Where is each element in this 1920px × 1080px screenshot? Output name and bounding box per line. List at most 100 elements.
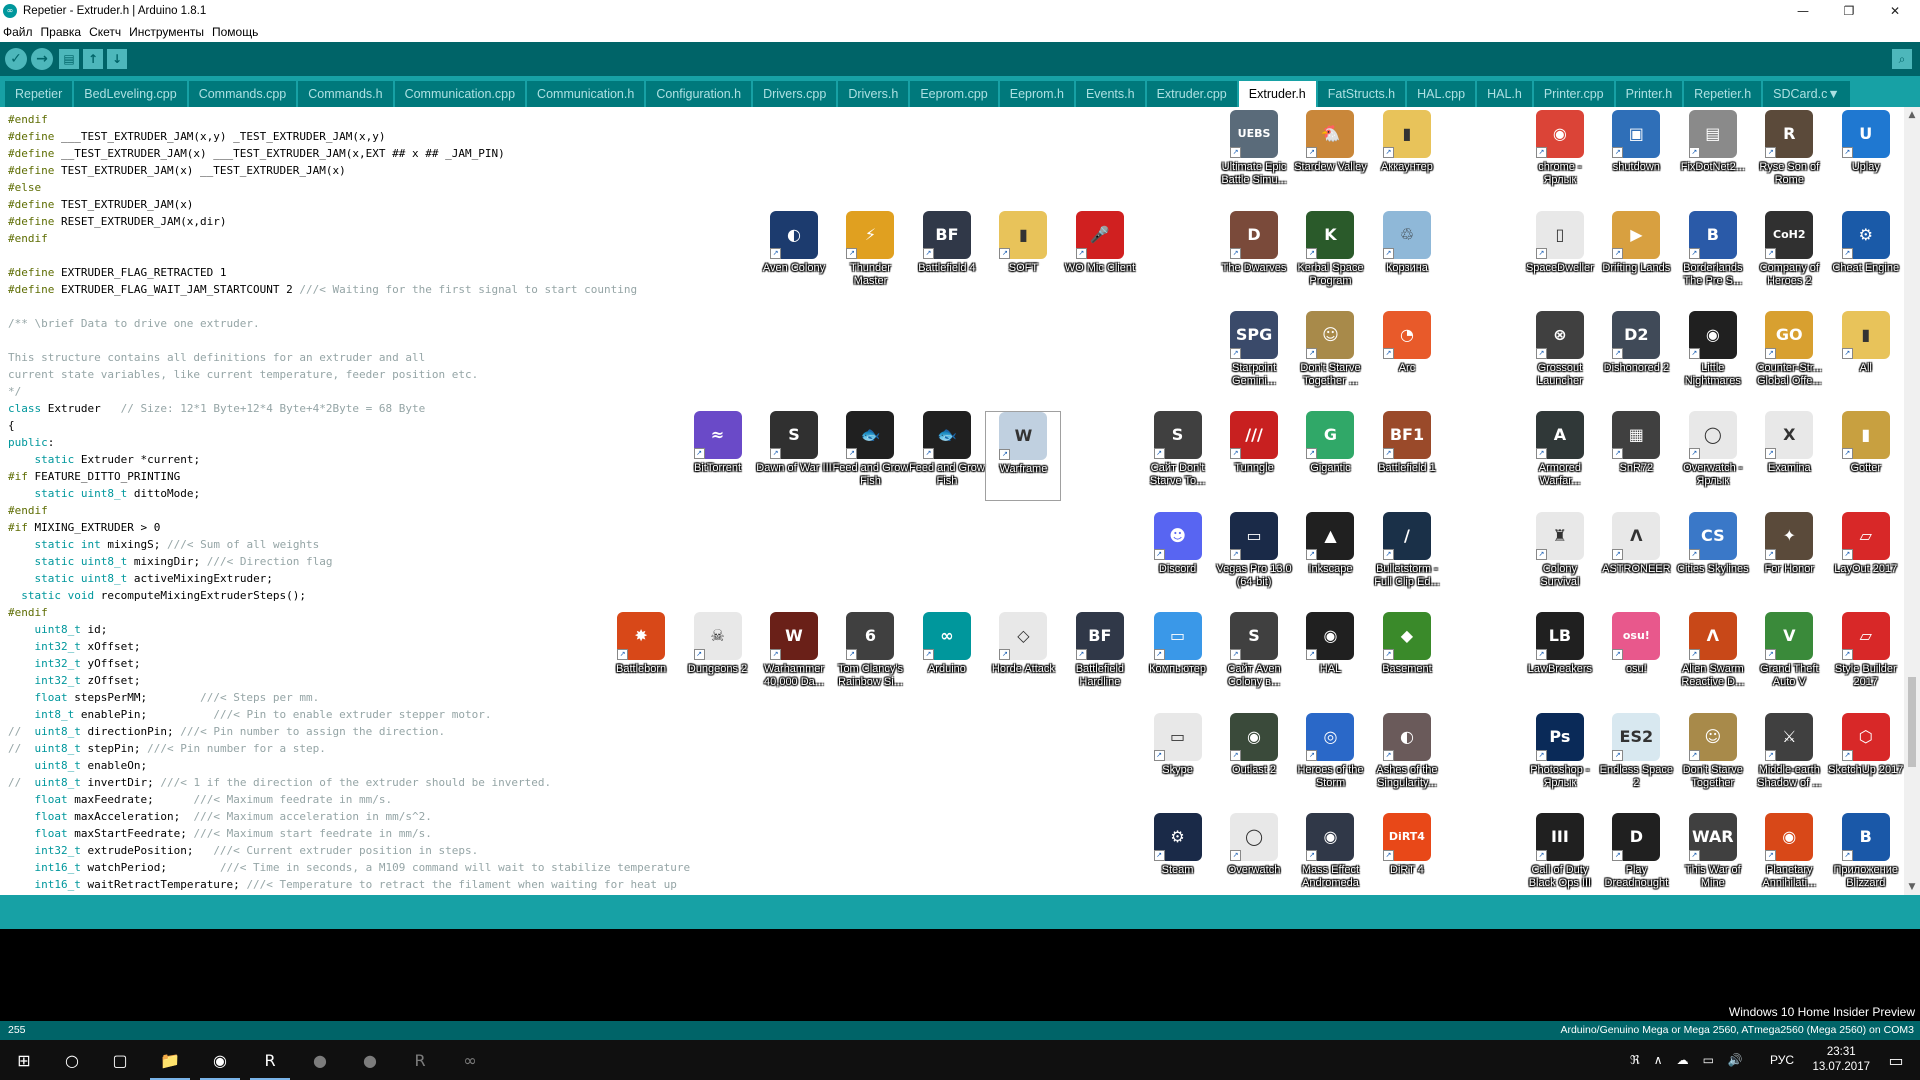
- code-line[interactable]: static int mixingS; ///< Sum of all weig…: [8, 536, 690, 553]
- tab-commands-h[interactable]: Commands.h: [298, 81, 393, 107]
- language-indicator[interactable]: РУС: [1770, 1040, 1794, 1080]
- desktop-icon-cities-skylines[interactable]: CS ↗ Cities Skylines: [1675, 511, 1751, 602]
- code-line[interactable]: #define __TEST_EXTRUDER_JAM(x) ___TEST_E…: [8, 145, 690, 162]
- menu-sketch[interactable]: Скетч: [89, 25, 121, 39]
- desktop-icon-for-honor[interactable]: ✦ ↗ For Honor: [1751, 511, 1827, 602]
- desktop-icon-play-dreadnought[interactable]: D ↗ Play Dreadnought: [1598, 813, 1674, 903]
- code-line[interactable]: #define RESET_EXTRUDER_JAM(x,dir): [8, 213, 690, 230]
- desktop-icon-battlefield-1[interactable]: BF1 ↗ Battlefield 1: [1369, 411, 1445, 501]
- desktop-icon-kerbal-space-program[interactable]: K ↗ Kerbal Space Program: [1292, 210, 1368, 301]
- code-line[interactable]: #endif: [8, 230, 690, 247]
- desktop-icon-discord[interactable]: ☻ ↗ Discord: [1140, 511, 1216, 602]
- desktop-icon-don-t-starve-together[interactable]: ☺ ↗ Don't Starve Together: [1675, 712, 1751, 803]
- code-line[interactable]: int32_t xOffset;: [8, 638, 690, 655]
- code-line[interactable]: float maxFeedrate; ///< Maximum feedrate…: [8, 791, 690, 808]
- search-icon[interactable]: ○: [48, 1040, 96, 1080]
- menu-file[interactable]: Файл: [3, 25, 33, 39]
- code-line[interactable]: [8, 247, 690, 264]
- start-icon[interactable]: ⊞: [0, 1040, 48, 1080]
- tray-icon[interactable]: ☁: [1677, 1053, 1689, 1067]
- desktop-icon-tom-clancy-s-rainbow-si[interactable]: 6 ↗ Tom Clancy's Rainbow Si...: [832, 612, 908, 702]
- scroll-down-icon[interactable]: ▼: [1904, 879, 1920, 895]
- desktop-icon-ultimate-epic-battle-simu[interactable]: UEBS ↗ Ultimate Epic Battle Simu...: [1216, 110, 1292, 200]
- desktop-icon-skype[interactable]: ▭ ↗ Skype: [1140, 712, 1216, 803]
- desktop-icon-ashes-of-the-singularity[interactable]: ◐ ↗ Ashes of the Singularity...: [1369, 712, 1445, 803]
- clock[interactable]: 23:31 13.07.2017: [1812, 1045, 1870, 1075]
- taskbar-app-icon[interactable]: ∞: [446, 1040, 494, 1080]
- editor-scrollbar[interactable]: ▲ ▼: [1904, 107, 1920, 895]
- desktop-icon-warhammer-40-000-da[interactable]: W ↗ Warhammer 40,000 Da...: [756, 612, 832, 702]
- taskbar-app-icon[interactable]: ●: [346, 1040, 394, 1080]
- desktop-icon-all[interactable]: ▮ ↗ All: [1828, 311, 1904, 401]
- desktop-icon-endless-space-2[interactable]: ES2 ↗ Endless Space 2: [1598, 712, 1674, 803]
- taskbar-app-icon[interactable]: R: [396, 1040, 444, 1080]
- desktop-icon-fixdotnet2[interactable]: ▤ ↗ FixDotNet2...: [1675, 110, 1751, 200]
- task-view-icon[interactable]: ▢: [96, 1040, 144, 1080]
- code-line[interactable]: float maxAcceleration; ///< Maximum acce…: [8, 808, 690, 825]
- serial-monitor-button[interactable]: ⌕: [1892, 49, 1912, 69]
- tray-icon[interactable]: 🔊: [1728, 1053, 1743, 1067]
- minimize-button[interactable]: —: [1780, 0, 1826, 22]
- desktop-icon-gigantic[interactable]: G ↗ Gigantic: [1292, 411, 1368, 501]
- desktop-icon-company-of-heroes-2[interactable]: CoH2 ↗ Company of Heroes 2: [1751, 210, 1827, 301]
- code-line[interactable]: float stepsPerMM; ///< Steps per mm.: [8, 689, 690, 706]
- desktop-icon-armored-warfar[interactable]: A ↗ Armored Warfar...: [1522, 411, 1598, 501]
- desktop-icon-lawbreakers[interactable]: LB ↗ LawBreakers: [1522, 612, 1598, 702]
- desktop-icon-arduino[interactable]: ∞ ↗ Arduino: [909, 612, 985, 702]
- desktop-icon-mass-effect-andromeda[interactable]: ◉ ↗ Mass Effect Andromeda: [1292, 813, 1368, 903]
- menu-edit[interactable]: Правка: [41, 25, 82, 39]
- tab-hal-cpp[interactable]: HAL.cpp: [1407, 81, 1476, 107]
- code-line[interactable]: #if FEATURE_DITTO_PRINTING: [8, 468, 690, 485]
- desktop-icon-battlefield-hardline[interactable]: BF ↗ Battlefield Hardline: [1062, 612, 1138, 702]
- desktop-icon-приложение-blizzard[interactable]: B ↗ Приложение Blizzard: [1828, 813, 1904, 903]
- code-line[interactable]: #define TEST_EXTRUDER_JAM(x): [8, 196, 690, 213]
- code-line[interactable]: static uint8_t activeMixingExtruder;: [8, 570, 690, 587]
- desktop-icon-feed-and-grow-fish[interactable]: 🐟 ↗ Feed and Grow Fish: [832, 411, 908, 501]
- tab-hal-h[interactable]: HAL.h: [1477, 81, 1532, 107]
- desktop-icon-bulletstorm-full-clip-ed[interactable]: / ↗ Bulletstorm - Full Clip Ed...: [1369, 511, 1445, 602]
- desktop-icon-this-war-of-mine[interactable]: WAR ↗ This War of Mine: [1675, 813, 1751, 903]
- desktop-icon-grossout-launcher[interactable]: ⊗ ↗ Grossout Launcher: [1522, 311, 1598, 401]
- code-line[interactable]: #define EXTRUDER_FLAG_WAIT_JAM_STARTCOUN…: [8, 281, 690, 298]
- menu-help[interactable]: Помощь: [212, 25, 258, 39]
- desktop-icon-examina[interactable]: X ↗ Examina: [1751, 411, 1827, 501]
- code-line[interactable]: */: [8, 383, 690, 400]
- code-line[interactable]: #define TEST_EXTRUDER_JAM(x) __TEST_EXTR…: [8, 162, 690, 179]
- desktop-icon-корзина[interactable]: ♲ ↗ Корзина: [1369, 210, 1445, 301]
- tray-icon[interactable]: ∧: [1654, 1053, 1663, 1067]
- desktop-icon-outlast-2[interactable]: ◉ ↗ Outlast 2: [1216, 712, 1292, 803]
- close-button[interactable]: ✕: [1872, 0, 1918, 22]
- tray-icon[interactable]: ℜ: [1630, 1053, 1640, 1067]
- desktop-icon-little-nightmares[interactable]: ◉ ↗ Little Nightmares: [1675, 311, 1751, 401]
- tab-communication-h[interactable]: Communication.h: [527, 81, 645, 107]
- desktop-icon-wo-mic-client[interactable]: 🎤 ↗ WO Mic Client: [1062, 210, 1138, 301]
- code-line[interactable]: uint8_t id;: [8, 621, 690, 638]
- title-bar[interactable]: ∞ Repetier - Extruder.h | Arduino 1.8.1 …: [0, 0, 1920, 22]
- desktop-icon-battlefield-4[interactable]: BF ↗ Battlefield 4: [909, 210, 985, 301]
- notification-icon[interactable]: ▭: [1872, 1040, 1920, 1080]
- desktop-icon-drifting-lands[interactable]: ▶ ↗ Drifting Lands: [1598, 210, 1674, 301]
- taskbar-app-icon[interactable]: ◉: [196, 1040, 244, 1080]
- code-line[interactable]: int8_t enablePin; ///< Pin to enable ext…: [8, 706, 690, 723]
- desktop-icon-layout-2017[interactable]: ▱ ↗ LayOut 2017: [1828, 511, 1904, 602]
- code-line[interactable]: #if MIXING_EXTRUDER > 0: [8, 519, 690, 536]
- desktop-icon-middle-earth-shadow-of[interactable]: ⚔ ↗ Middle-earth Shadow of ...: [1751, 712, 1827, 803]
- desktop-icon-arc[interactable]: ◔ ↗ Arc: [1369, 311, 1445, 401]
- scroll-up-icon[interactable]: ▲: [1904, 107, 1920, 123]
- save-button[interactable]: ↓: [107, 49, 127, 69]
- code-line[interactable]: /** \brief Data to drive one extruder.: [8, 315, 690, 332]
- upload-button[interactable]: →: [31, 48, 53, 70]
- scroll-thumb[interactable]: [1908, 677, 1916, 767]
- desktop-icon-photoshop-ярлык[interactable]: Ps ↗ Photoshop - Ярлык: [1522, 712, 1598, 803]
- desktop-icon-gotter[interactable]: ▮ ↗ Gotter: [1828, 411, 1904, 501]
- desktop-icon-inkscape[interactable]: ▲ ↗ Inkscape: [1292, 511, 1368, 602]
- code-line[interactable]: int32_t extrudePosition; ///< Current ex…: [8, 842, 690, 859]
- code-line[interactable]: class Extruder // Size: 12*1 Byte+12*4 B…: [8, 400, 690, 417]
- tab-drivers-cpp[interactable]: Drivers.cpp: [753, 81, 837, 107]
- code-line[interactable]: float maxStartFeedrate; ///< Maximum sta…: [8, 825, 690, 842]
- console-output[interactable]: [0, 929, 1920, 1021]
- code-line[interactable]: int32_t zOffset;: [8, 672, 690, 689]
- code-line[interactable]: #define EXTRUDER_FLAG_RETRACTED 1: [8, 264, 690, 281]
- desktop-icon-dishonored-2[interactable]: D2 ↗ Dishonored 2: [1598, 311, 1674, 401]
- code-line[interactable]: current state variables, like current te…: [8, 366, 690, 383]
